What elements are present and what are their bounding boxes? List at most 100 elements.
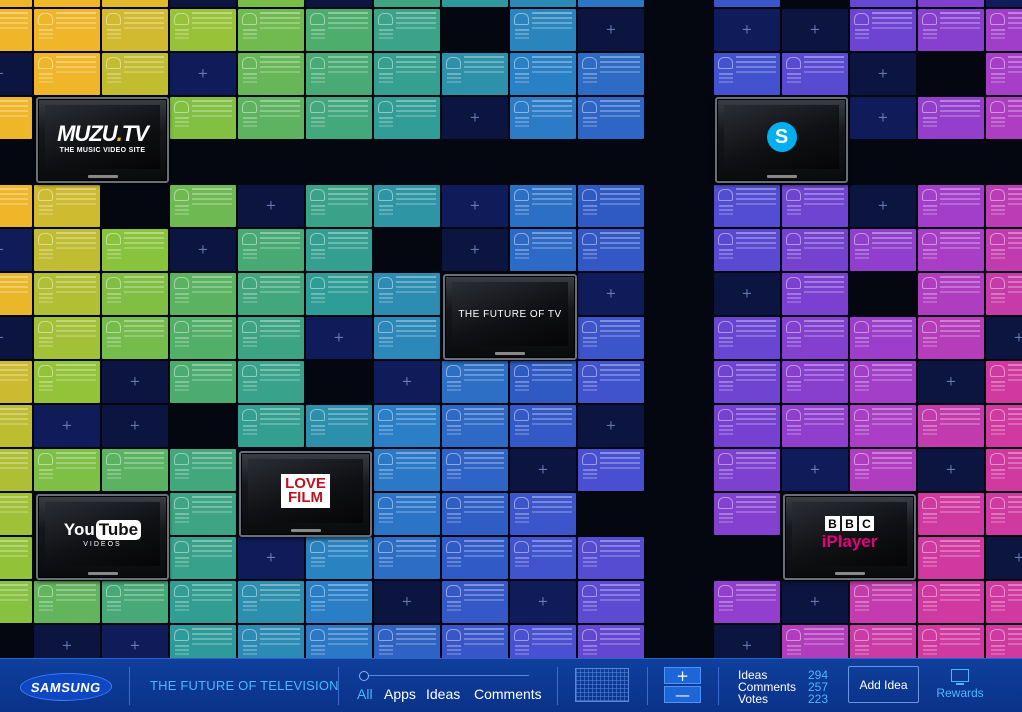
idea-card[interactable] <box>918 537 984 579</box>
idea-card[interactable] <box>102 273 168 315</box>
idea-card[interactable] <box>442 493 508 535</box>
idea-card[interactable] <box>986 405 1022 447</box>
idea-card[interactable] <box>34 361 100 403</box>
idea-card[interactable] <box>986 273 1022 315</box>
add-idea-slot[interactable]: + <box>0 53 32 95</box>
idea-card[interactable] <box>714 53 780 95</box>
idea-card[interactable] <box>170 9 236 51</box>
idea-card[interactable] <box>170 581 236 623</box>
idea-card[interactable] <box>34 229 100 271</box>
idea-card[interactable] <box>986 97 1022 139</box>
filter-slider-track[interactable] <box>359 675 529 676</box>
idea-card[interactable] <box>986 449 1022 491</box>
idea-card[interactable] <box>578 0 644 7</box>
idea-card[interactable] <box>782 229 848 271</box>
idea-card[interactable] <box>306 97 372 139</box>
tv-youtube[interactable]: You Tube VIDEOS <box>36 494 169 580</box>
add-idea-slot[interactable]: + <box>374 581 440 623</box>
filter-tab-apps[interactable]: Apps <box>384 686 416 702</box>
add-idea-slot[interactable]: + <box>0 317 32 359</box>
zoom-out-button[interactable]: — <box>664 686 701 704</box>
add-idea-slot[interactable]: + <box>442 185 508 227</box>
idea-card[interactable] <box>782 317 848 359</box>
idea-card[interactable] <box>34 273 100 315</box>
idea-card[interactable] <box>238 361 304 403</box>
idea-card[interactable] <box>374 537 440 579</box>
idea-card[interactable] <box>578 185 644 227</box>
add-idea-slot[interactable]: + <box>238 185 304 227</box>
idea-card[interactable] <box>34 449 100 491</box>
idea-card[interactable] <box>34 185 100 227</box>
tv-lovefilm[interactable]: LOVE FILM <box>239 451 372 537</box>
add-idea-slot[interactable]: + <box>986 0 1022 7</box>
add-idea-slot[interactable]: + <box>918 361 984 403</box>
add-idea-slot[interactable]: + <box>782 9 848 51</box>
idea-card[interactable] <box>374 625 440 658</box>
idea-card[interactable] <box>306 625 372 658</box>
add-idea-slot[interactable]: + <box>442 97 508 139</box>
idea-card[interactable] <box>578 581 644 623</box>
idea-card[interactable] <box>306 185 372 227</box>
idea-card[interactable] <box>0 537 32 579</box>
add-idea-slot[interactable]: + <box>578 405 644 447</box>
add-idea-slot[interactable]: + <box>238 537 304 579</box>
idea-card[interactable] <box>986 625 1022 658</box>
idea-card[interactable] <box>510 361 576 403</box>
idea-card[interactable] <box>170 317 236 359</box>
idea-card[interactable] <box>442 581 508 623</box>
add-idea-button[interactable]: Add Idea <box>848 666 919 703</box>
add-idea-slot[interactable]: + <box>918 449 984 491</box>
idea-card[interactable] <box>374 317 440 359</box>
idea-card[interactable] <box>714 185 780 227</box>
idea-card[interactable] <box>578 625 644 658</box>
idea-card[interactable] <box>986 9 1022 51</box>
idea-wall[interactable]: ++++++++++++++++++++++++++++++++++++++++… <box>0 0 1022 658</box>
idea-card[interactable] <box>850 449 916 491</box>
idea-card[interactable] <box>986 493 1022 535</box>
add-idea-slot[interactable]: + <box>714 9 780 51</box>
add-idea-slot[interactable]: + <box>714 625 780 658</box>
idea-card[interactable] <box>918 0 984 7</box>
idea-card[interactable] <box>34 0 100 7</box>
tv-bbc-iplayer[interactable]: BBC iPlayer <box>783 494 916 580</box>
idea-card[interactable] <box>374 9 440 51</box>
idea-card[interactable] <box>238 9 304 51</box>
samsung-logo[interactable]: SAMSUNG <box>18 673 114 701</box>
idea-card[interactable] <box>986 229 1022 271</box>
idea-card[interactable] <box>850 229 916 271</box>
idea-card[interactable] <box>850 361 916 403</box>
add-idea-slot[interactable]: + <box>306 317 372 359</box>
idea-card[interactable] <box>0 185 32 227</box>
idea-card[interactable] <box>714 493 780 535</box>
idea-card[interactable] <box>850 9 916 51</box>
idea-card[interactable] <box>102 449 168 491</box>
idea-card[interactable] <box>714 317 780 359</box>
add-idea-slot[interactable]: + <box>102 405 168 447</box>
add-idea-slot[interactable]: + <box>986 537 1022 579</box>
idea-card[interactable] <box>510 97 576 139</box>
idea-card[interactable] <box>510 537 576 579</box>
idea-card[interactable] <box>0 0 32 7</box>
idea-card[interactable] <box>578 317 644 359</box>
idea-card[interactable] <box>986 185 1022 227</box>
idea-card[interactable] <box>170 449 236 491</box>
idea-card[interactable] <box>374 273 440 315</box>
idea-card[interactable] <box>986 361 1022 403</box>
idea-card[interactable] <box>714 229 780 271</box>
idea-card[interactable] <box>850 581 916 623</box>
add-idea-slot[interactable]: + <box>170 229 236 271</box>
add-idea-slot[interactable]: + <box>34 405 100 447</box>
idea-card[interactable] <box>0 493 32 535</box>
idea-card[interactable] <box>986 53 1022 95</box>
idea-card[interactable] <box>306 229 372 271</box>
idea-card[interactable] <box>850 317 916 359</box>
idea-card[interactable] <box>850 0 916 7</box>
add-idea-slot[interactable]: + <box>170 53 236 95</box>
idea-card[interactable] <box>782 361 848 403</box>
filter-tab-ideas[interactable]: Ideas <box>426 686 460 702</box>
idea-card[interactable] <box>170 185 236 227</box>
idea-card[interactable] <box>510 53 576 95</box>
idea-card[interactable] <box>442 361 508 403</box>
idea-card[interactable] <box>374 97 440 139</box>
filter-tab-comments[interactable]: Comments <box>474 686 542 702</box>
